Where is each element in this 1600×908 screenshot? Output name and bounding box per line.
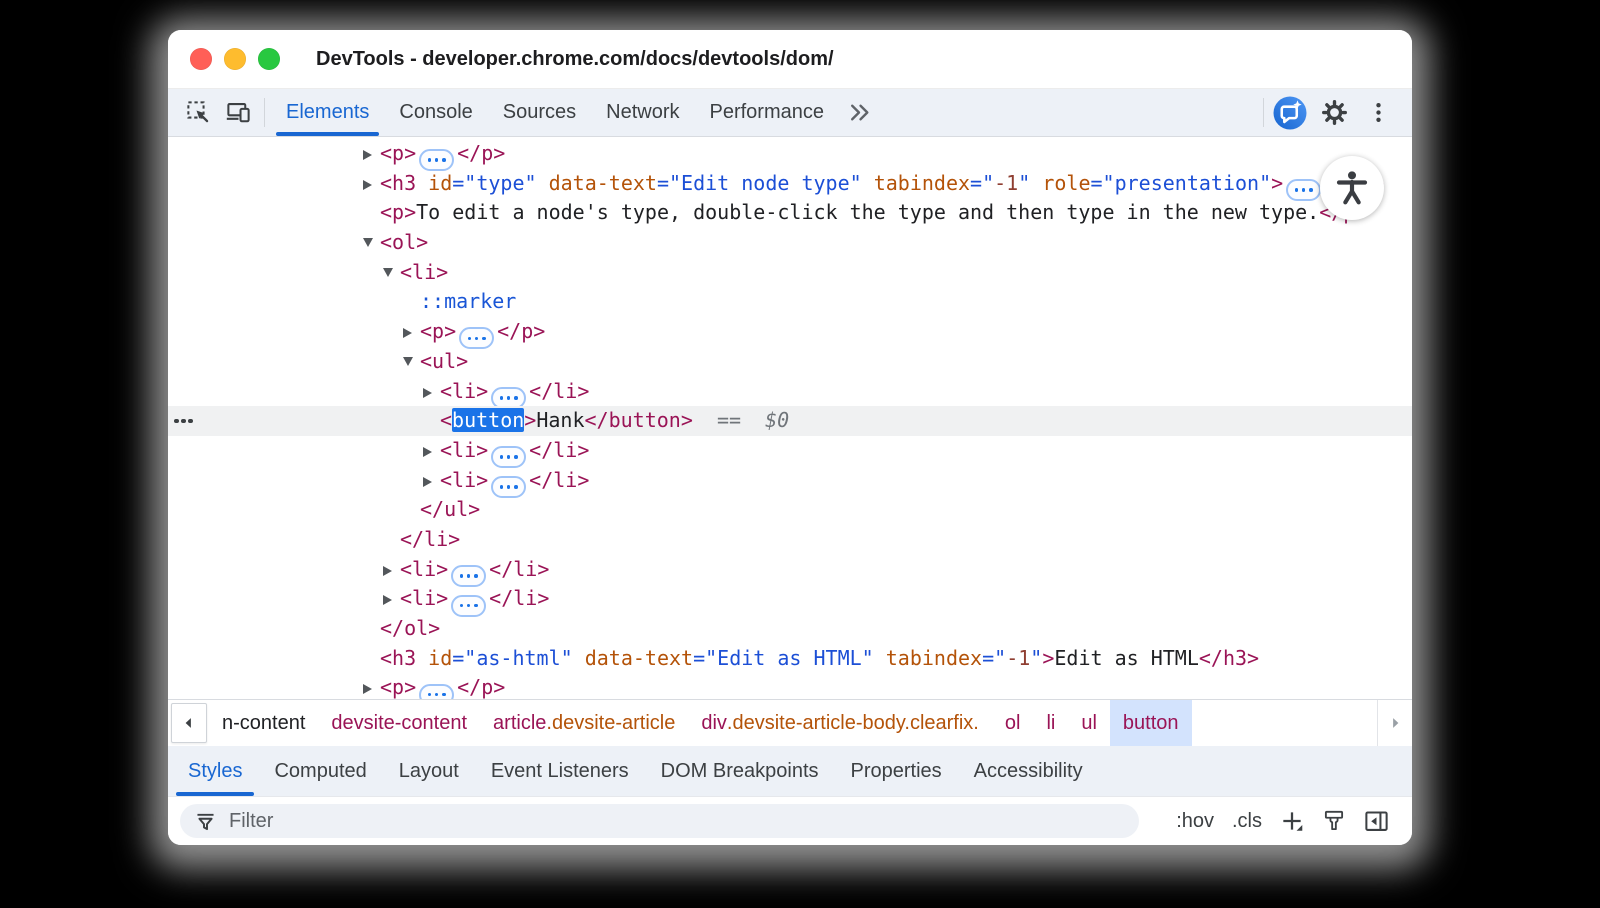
breadcrumb-item-article[interactable]: article.devsite-article	[480, 700, 688, 746]
filter-funnel-icon	[194, 810, 217, 833]
dom-tree-row[interactable]: <li></li>	[168, 436, 1412, 466]
breadcrumb-scroll-left-button[interactable]	[171, 703, 207, 743]
breadcrumb-item-devsite-content[interactable]: devsite-content	[318, 700, 480, 746]
toggle-class[interactable]: .cls	[1232, 810, 1262, 833]
row-overflow-menu-icon[interactable]	[174, 406, 193, 436]
minimize-button[interactable]	[224, 48, 246, 70]
tab-network[interactable]: Network	[591, 89, 694, 136]
dom-tree-row[interactable]: </ul>	[168, 495, 1412, 525]
tab-accessibility[interactable]: Accessibility	[958, 746, 1099, 796]
breadcrumb-item-button[interactable]: button	[1110, 700, 1192, 746]
zoom-button[interactable]	[258, 48, 280, 70]
dom-tree-panel: <p></p><h3 id="type" data-text="Edit nod…	[168, 137, 1412, 699]
settings-gear-icon[interactable]	[1314, 99, 1354, 126]
filter-input[interactable]	[227, 809, 1125, 834]
disclosure-arrow-icon[interactable]	[363, 169, 380, 199]
disclosure-arrow-icon[interactable]	[383, 555, 400, 585]
breadcrumb-item-li[interactable]: li	[1033, 700, 1068, 746]
tab-properties[interactable]: Properties	[835, 746, 958, 796]
more-tabs-icon[interactable]	[839, 89, 879, 136]
filter-input-container[interactable]	[180, 804, 1139, 838]
dock-sidebar-icon[interactable]	[1363, 808, 1390, 835]
traffic-lights	[168, 48, 280, 70]
sidebar-tabs: StylesComputedLayoutEvent ListenersDOM B…	[168, 746, 1412, 796]
inspect-cursor-icon[interactable]	[178, 89, 218, 136]
dom-tree-row[interactable]: <li></li>	[168, 555, 1412, 585]
tab-sources[interactable]: Sources	[488, 89, 591, 136]
dom-tree-row[interactable]: <li>	[168, 258, 1412, 288]
disclosure-arrow-icon[interactable]	[363, 228, 380, 258]
dom-tree-row[interactable]: </ol>	[168, 614, 1412, 644]
breadcrumb: n-contentdevsite-contentarticle.devsite-…	[209, 700, 1377, 746]
disclosure-arrow-icon[interactable]	[403, 317, 420, 347]
devtools-window: DevTools - developer.chrome.com/docs/dev…	[168, 30, 1412, 845]
dom-tree-row[interactable]: <p></p>	[168, 317, 1412, 347]
disclosure-arrow-icon[interactable]	[383, 584, 400, 614]
tab-elements[interactable]: Elements	[271, 89, 384, 136]
dom-tree-row-selected[interactable]: <button>Hank</button> == $0	[168, 406, 1412, 436]
rendering-paintbrush-icon[interactable]	[1321, 808, 1347, 834]
tab-console[interactable]: Console	[384, 89, 487, 136]
dom-tree-row[interactable]: </li>	[168, 525, 1412, 555]
accessibility-overlay-button[interactable]	[1320, 156, 1384, 220]
breadcrumb-item-ol[interactable]: ol	[992, 700, 1034, 746]
tab-layout[interactable]: Layout	[383, 746, 475, 796]
devtools-toolbar: ElementsConsoleSourcesNetworkPerformance	[168, 89, 1412, 137]
close-button[interactable]	[190, 48, 212, 70]
tab-dom-breakpoints[interactable]: DOM Breakpoints	[645, 746, 835, 796]
disclosure-arrow-icon[interactable]	[423, 466, 440, 496]
title-bar: DevTools - developer.chrome.com/docs/dev…	[168, 30, 1412, 89]
dom-tree-row[interactable]: <li></li>	[168, 377, 1412, 407]
toolbar-divider-right	[1263, 98, 1264, 127]
dom-tree-row[interactable]: <h3 id="as-html" data-text="Edit as HTML…	[168, 644, 1412, 674]
dom-tree-row[interactable]: <p></p>	[168, 139, 1412, 169]
tab-event-listeners[interactable]: Event Listeners	[475, 746, 645, 796]
breadcrumb-scroll-right-button[interactable]	[1377, 700, 1412, 746]
three-dot-menu-icon[interactable]	[1358, 100, 1398, 125]
window-title: DevTools - developer.chrome.com/docs/dev…	[316, 48, 834, 71]
dom-tree-row[interactable]: <ul>	[168, 347, 1412, 377]
dom-tree-row[interactable]: <p>To edit a node's type, double-click t…	[168, 198, 1412, 228]
dom-tree-row[interactable]: <h3 id="type" data-text="Edit node type"…	[168, 169, 1412, 199]
expand-ellipsis-icon[interactable]	[419, 684, 454, 699]
dom-tree-row[interactable]: <li></li>	[168, 584, 1412, 614]
dom-tree-row[interactable]: <li></li>	[168, 466, 1412, 496]
toolbar-divider	[264, 98, 265, 127]
disclosure-arrow-icon[interactable]	[423, 436, 440, 466]
new-style-rule-button[interactable]	[1279, 808, 1305, 834]
styles-filter-bar: :hov .cls	[168, 796, 1412, 845]
tab-computed[interactable]: Computed	[258, 746, 382, 796]
toggle-element-state[interactable]: :hov	[1176, 810, 1214, 833]
main-tabs: ElementsConsoleSourcesNetworkPerformance	[271, 89, 839, 136]
ai-assistant-icon[interactable]	[1270, 95, 1310, 131]
tab-styles[interactable]: Styles	[172, 746, 258, 796]
disclosure-arrow-icon[interactable]	[403, 347, 420, 377]
device-toolbar-icon[interactable]	[218, 89, 258, 136]
dom-tree-row[interactable]: ::marker	[168, 287, 1412, 317]
disclosure-arrow-icon[interactable]	[363, 673, 380, 699]
breadcrumb-item-ul[interactable]: ul	[1068, 700, 1110, 746]
breadcrumb-item-div[interactable]: div.devsite-article-body.clearfix.	[688, 700, 992, 746]
disclosure-arrow-icon[interactable]	[363, 139, 380, 169]
disclosure-arrow-icon[interactable]	[383, 258, 400, 288]
disclosure-arrow-icon[interactable]	[423, 377, 440, 407]
breadcrumb-bar: n-contentdevsite-contentarticle.devsite-…	[168, 699, 1412, 746]
dom-tree-row[interactable]: <ol>	[168, 228, 1412, 258]
breadcrumb-item-n-content[interactable]: n-content	[209, 700, 318, 746]
dom-tree-row[interactable]: <p></p>	[168, 673, 1412, 699]
tab-performance[interactable]: Performance	[695, 89, 840, 136]
